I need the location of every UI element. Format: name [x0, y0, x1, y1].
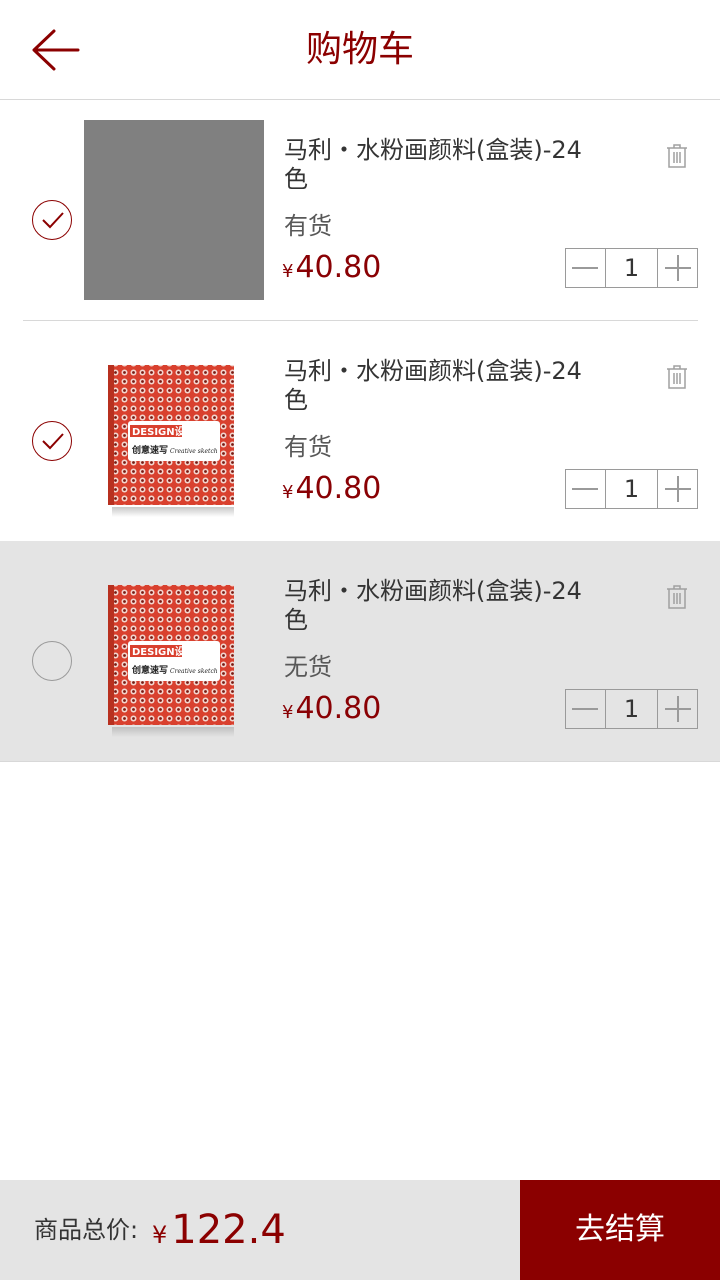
page-title: 购物车	[305, 29, 414, 70]
minus-icon	[572, 488, 599, 490]
decrease-button[interactable]	[566, 470, 605, 508]
select-checkbox[interactable]	[32, 421, 72, 461]
product-name[interactable]: 马利・水粉画颜料(盒装)-24色	[284, 577, 584, 635]
stock-status: 有货	[284, 212, 332, 240]
trash-icon	[667, 144, 687, 168]
stock-status: 无货	[284, 653, 332, 681]
book-title: DESIGN设计	[132, 645, 195, 658]
total-value: 122.4	[171, 1207, 286, 1253]
list-bottom-divider	[0, 761, 720, 762]
book-title: DESIGN设计	[132, 425, 195, 438]
price-value: 40.80	[295, 471, 382, 506]
delete-button[interactable]	[666, 144, 688, 168]
product-price: ¥40.80	[282, 248, 381, 288]
select-checkbox[interactable]	[32, 200, 72, 240]
delete-button[interactable]	[666, 365, 688, 389]
quantity-stepper: 1	[565, 248, 698, 288]
book-english-title: Creative sketch	[170, 668, 218, 675]
book-subtitle: 创意速写	[131, 444, 168, 456]
quantity-stepper: 1	[565, 689, 698, 729]
book-cover-image: DESIGN设计 创意速写 Creative sketch	[84, 341, 264, 521]
product-name[interactable]: 马利・水粉画颜料(盒装)-24色	[284, 357, 584, 415]
product-image[interactable]: DESIGN设计 创意速写 Creative sketch	[84, 561, 264, 741]
trash-icon	[667, 585, 687, 609]
delete-button[interactable]	[666, 585, 688, 609]
quantity-stepper: 1	[565, 469, 698, 509]
checkout-bar: 商品总价: ¥122.4 去结算	[0, 1180, 720, 1280]
increase-button[interactable]	[658, 470, 697, 508]
currency-symbol: ¥	[152, 1221, 168, 1249]
cart-item-out-of-stock: DESIGN设计 创意速写 Creative sketch 马利・水粉画颜料(盒…	[0, 541, 720, 761]
checkout-button[interactable]: 去结算	[520, 1180, 720, 1280]
quantity-value[interactable]: 1	[604, 470, 659, 508]
minus-icon	[572, 267, 599, 269]
product-price: ¥40.80	[282, 689, 381, 729]
currency-symbol: ¥	[282, 482, 294, 503]
cart-item: DESIGN设计 创意速写 Creative sketch 马利・水粉画颜料(盒…	[0, 321, 720, 541]
checkmark-icon	[42, 433, 64, 450]
trash-icon	[667, 365, 687, 389]
quantity-value[interactable]: 1	[604, 249, 659, 287]
decrease-button[interactable]	[566, 249, 605, 287]
total-price: ¥122.4	[152, 1180, 286, 1280]
cart-item: 马利・水粉画颜料(盒装)-24色 有货 ¥40.80 1	[0, 100, 720, 320]
arrow-left-icon	[32, 29, 80, 71]
currency-symbol: ¥	[282, 702, 294, 723]
checkmark-icon	[42, 212, 64, 229]
plus-icon	[664, 696, 691, 722]
plus-icon	[664, 255, 691, 281]
book-cover-image: DESIGN设计 创意速写 Creative sketch	[84, 561, 264, 741]
stock-status: 有货	[284, 433, 332, 461]
currency-symbol: ¥	[282, 261, 294, 282]
back-button[interactable]	[30, 28, 80, 72]
product-image[interactable]: DESIGN设计 创意速写 Creative sketch	[84, 341, 264, 521]
product-name[interactable]: 马利・水粉画颜料(盒装)-24色	[284, 136, 584, 194]
book-subtitle: 创意速写	[131, 664, 168, 676]
decrease-button[interactable]	[566, 690, 605, 728]
select-checkbox[interactable]	[32, 641, 72, 681]
product-price: ¥40.80	[282, 469, 381, 509]
product-image-placeholder[interactable]	[84, 120, 264, 300]
quantity-value[interactable]: 1	[604, 690, 659, 728]
increase-button[interactable]	[658, 690, 697, 728]
price-value: 40.80	[295, 250, 382, 285]
book-english-title: Creative sketch	[170, 448, 218, 455]
header-bar: 购物车	[0, 0, 720, 100]
price-value: 40.80	[295, 691, 382, 726]
total-label: 商品总价:	[34, 1216, 139, 1244]
minus-icon	[572, 708, 599, 710]
increase-button[interactable]	[658, 249, 697, 287]
plus-icon	[664, 476, 691, 502]
